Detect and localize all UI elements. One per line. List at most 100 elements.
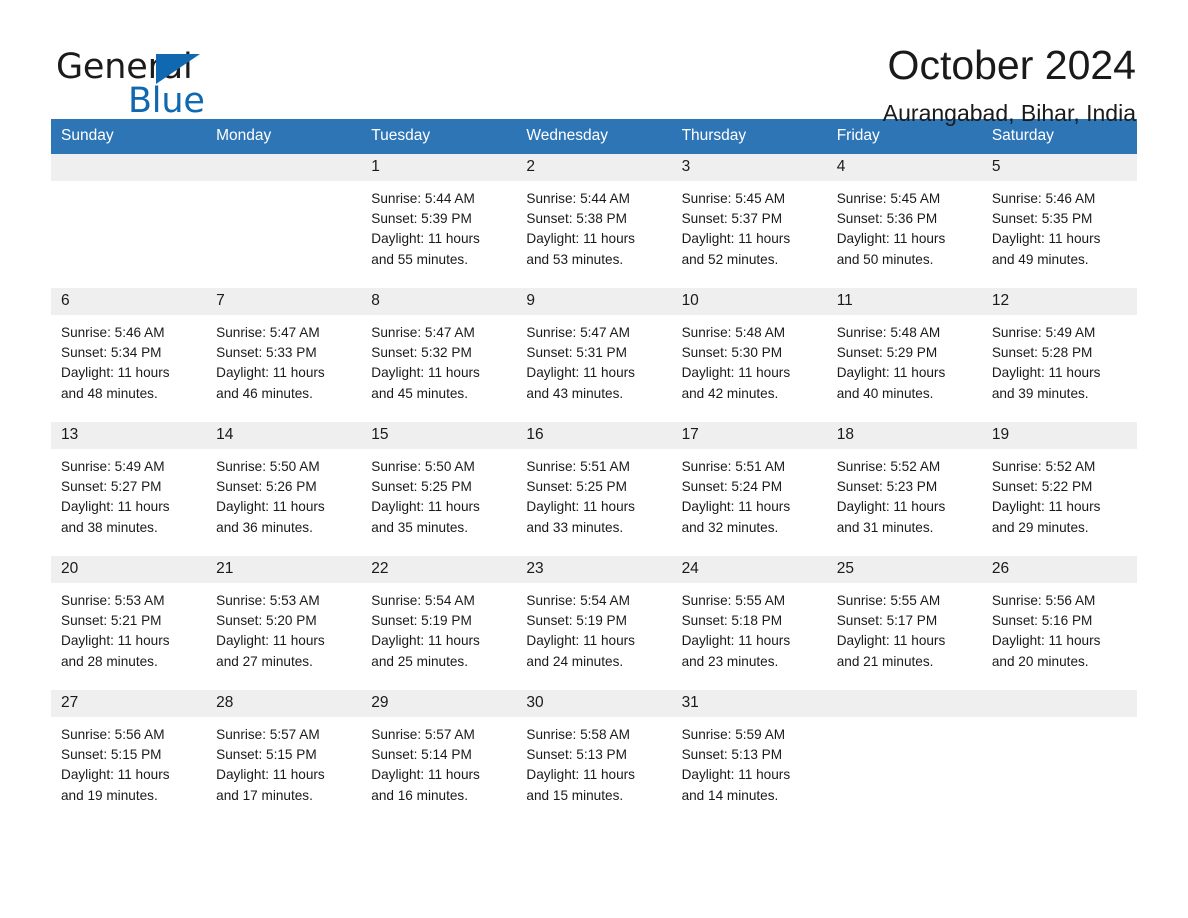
calendar-day-cell[interactable]: 22 Sunrise: 5:54 AM Sunset: 5:19 PM Dayligh… <box>361 556 517 690</box>
day-detail-line: Daylight: 11 hours <box>371 365 480 381</box>
day-detail-line: Sunset: 5:15 PM <box>216 747 317 763</box>
day-detail-line: Sunrise: 5:51 AM <box>681 459 786 474</box>
calendar-day-cell[interactable]: 13 Sunrise: 5:49 AM Sunset: 5:27 PM Dayligh… <box>51 422 207 556</box>
day-number: 16 <box>516 422 672 449</box>
day-details: Sunrise: 5:48 AM Sunset: 5:30 PM Daylight:… <box>671 315 827 422</box>
calendar-day-cell[interactable]: 2 Sunrise: 5:44 AM Sunset: 5:38 PM Daylight… <box>516 154 672 288</box>
day-number: 4 <box>826 154 982 181</box>
calendar-week-row: 1 Sunrise: 5:44 AM Sunset: 5:39 PM Daylight… <box>51 154 1137 288</box>
calendar-day-cell[interactable]: 6 Sunrise: 5:46 AM Sunset: 5:34 PM Daylight… <box>51 288 207 422</box>
day-detail-line: Sunset: 5:38 PM <box>526 211 627 227</box>
calendar-day-cell[interactable]: 14 Sunrise: 5:50 AM Sunset: 5:26 PM Dayligh… <box>206 422 362 556</box>
calendar-table: Sunday Monday Tuesday Wednesday Thursday Frid… <box>51 119 1137 824</box>
day-details: Sunrise: 5:50 AM Sunset: 5:25 PM Daylight:… <box>361 449 517 556</box>
calendar-week-row: 13 Sunrise: 5:49 AM Sunset: 5:27 PM Dayligh… <box>51 422 1137 556</box>
calendar-day-cell[interactable]: 24 Sunrise: 5:55 AM Sunset: 5:18 PM Dayligh… <box>671 556 827 690</box>
weekday-header-tuesday: Tuesday <box>361 119 517 154</box>
day-detail-line: and 20 minutes. <box>991 653 1089 669</box>
day-details: Sunrise: 5:50 AM Sunset: 5:26 PM Daylight:… <box>206 449 362 556</box>
day-detail-line: Sunset: 5:19 PM <box>371 613 472 629</box>
day-detail-line: and 33 minutes. <box>526 519 624 535</box>
calendar-day-cell[interactable]: 18 Sunrise: 5:52 AM Sunset: 5:23 PM Dayligh… <box>826 422 982 556</box>
day-detail-line: and 39 minutes. <box>991 385 1089 401</box>
day-detail-line: Sunset: 5:37 PM <box>681 211 783 227</box>
day-detail-line: Sunset: 5:22 PM <box>991 479 1093 495</box>
weekday-header-wednesday: Wednesday <box>516 119 672 154</box>
day-detail-line: Sunset: 5:36 PM <box>836 211 938 227</box>
calendar-day-cell[interactable]: 21 Sunrise: 5:53 AM Sunset: 5:20 PM Dayligh… <box>206 556 362 690</box>
calendar-day-cell[interactable]: 8 Sunrise: 5:47 AM Sunset: 5:32 PM Daylight… <box>361 288 517 422</box>
day-number <box>981 690 1137 717</box>
day-detail-line: and 17 minutes. <box>216 787 313 803</box>
calendar-day-cell[interactable]: 7 Sunrise: 5:47 AM Sunset: 5:33 PM Daylight… <box>206 288 362 422</box>
day-detail-line: and 23 minutes. <box>681 653 779 669</box>
day-number: 23 <box>516 556 672 583</box>
location-subtitle: Aurangabad, Bihar, India <box>882 100 1136 127</box>
calendar-day-cell[interactable]: 10 Sunrise: 5:48 AM Sunset: 5:30 PM Dayligh… <box>671 288 827 422</box>
day-detail-line: Sunrise: 5:45 AM <box>681 191 786 206</box>
calendar-container: Sunday Monday Tuesday Wednesday Thursday Frid… <box>0 119 1188 824</box>
day-details: Sunrise: 5:54 AM Sunset: 5:19 PM Daylight:… <box>516 583 672 690</box>
day-detail-line: Daylight: 11 hours <box>371 633 480 649</box>
day-detail-line: and 16 minutes. <box>371 787 469 803</box>
weekday-header-thursday: Thursday <box>671 119 827 154</box>
calendar-day-cell[interactable]: 15 Sunrise: 5:50 AM Sunset: 5:25 PM Dayligh… <box>361 422 517 556</box>
calendar-day-cell[interactable]: 20 Sunrise: 5:53 AM Sunset: 5:21 PM Dayligh… <box>51 556 207 690</box>
day-details: Sunrise: 5:58 AM Sunset: 5:13 PM Daylight:… <box>516 717 672 824</box>
day-number: 30 <box>516 690 672 717</box>
day-number <box>206 154 362 181</box>
calendar-week-row: 20 Sunrise: 5:53 AM Sunset: 5:21 PM Dayligh… <box>51 556 1137 690</box>
day-details: Sunrise: 5:44 AM Sunset: 5:39 PM Daylight:… <box>361 181 517 288</box>
calendar-day-cell[interactable]: 31 Sunrise: 5:59 AM Sunset: 5:13 PM Dayligh… <box>671 690 827 824</box>
calendar-day-cell[interactable]: 27 Sunrise: 5:56 AM Sunset: 5:15 PM Dayligh… <box>51 690 207 824</box>
calendar-day-cell[interactable]: 25 Sunrise: 5:55 AM Sunset: 5:17 PM Dayligh… <box>826 556 982 690</box>
calendar-day-cell[interactable]: 26 Sunrise: 5:56 AM Sunset: 5:16 PM Dayligh… <box>981 556 1137 690</box>
day-detail-line: Daylight: 11 hours <box>216 767 325 783</box>
calendar-day-cell[interactable]: 17 Sunrise: 5:51 AM Sunset: 5:24 PM Dayligh… <box>671 422 827 556</box>
day-details: Sunrise: 5:56 AM Sunset: 5:15 PM Daylight:… <box>51 717 207 824</box>
day-detail-line: Sunrise: 5:47 AM <box>216 325 320 340</box>
day-detail-line: and 14 minutes. <box>681 787 779 803</box>
day-detail-line: Sunrise: 5:57 AM <box>371 727 475 742</box>
day-detail-line: Daylight: 11 hours <box>526 633 635 649</box>
day-detail-line: Sunset: 5:26 PM <box>216 479 317 495</box>
calendar-day-cell[interactable]: 3 Sunrise: 5:45 AM Sunset: 5:37 PM Daylight… <box>671 154 827 288</box>
day-detail-line: Sunset: 5:16 PM <box>991 613 1093 629</box>
calendar-day-cell[interactable]: 9 Sunrise: 5:47 AM Sunset: 5:31 PM Daylight… <box>516 288 672 422</box>
calendar-day-cell[interactable]: 5 Sunrise: 5:46 AM Sunset: 5:35 PM Daylight… <box>981 154 1137 288</box>
calendar-day-cell[interactable]: 19 Sunrise: 5:52 AM Sunset: 5:22 PM Dayligh… <box>981 422 1137 556</box>
day-detail-line: Sunrise: 5:52 AM <box>836 459 941 474</box>
day-detail-line: and 46 minutes. <box>216 385 313 401</box>
calendar-day-cell[interactable]: 30 Sunrise: 5:58 AM Sunset: 5:13 PM Dayligh… <box>516 690 672 824</box>
day-details: Sunrise: 5:45 AM Sunset: 5:37 PM Daylight:… <box>671 181 827 288</box>
day-detail-line: and 29 minutes. <box>991 519 1089 535</box>
day-detail-line: and 15 minutes. <box>526 787 624 803</box>
day-detail-line: Sunset: 5:32 PM <box>371 345 472 361</box>
calendar-day-cell[interactable]: 28 Sunrise: 5:57 AM Sunset: 5:15 PM Dayligh… <box>206 690 362 824</box>
calendar-day-cell[interactable]: 4 Sunrise: 5:45 AM Sunset: 5:36 PM Daylight… <box>826 154 982 288</box>
day-detail-line: Sunset: 5:39 PM <box>371 211 472 227</box>
day-details: Sunrise: 5:46 AM Sunset: 5:34 PM Daylight:… <box>51 315 207 422</box>
calendar-day-cell[interactable]: 11 Sunrise: 5:48 AM Sunset: 5:29 PM Dayligh… <box>826 288 982 422</box>
day-detail-line: Sunrise: 5:54 AM <box>371 593 475 608</box>
day-detail-line: Daylight: 11 hours <box>216 499 325 515</box>
calendar-body: 1 Sunrise: 5:44 AM Sunset: 5:39 PM Daylight… <box>51 154 1137 824</box>
calendar-day-cell[interactable]: 1 Sunrise: 5:44 AM Sunset: 5:39 PM Daylight… <box>361 154 517 288</box>
calendar-day-cell[interactable]: 16 Sunrise: 5:51 AM Sunset: 5:25 PM Dayligh… <box>516 422 672 556</box>
calendar-day-cell[interactable]: 29 Sunrise: 5:57 AM Sunset: 5:14 PM Dayligh… <box>361 690 517 824</box>
day-number: 21 <box>206 556 362 583</box>
calendar-day-cell[interactable]: 23 Sunrise: 5:54 AM Sunset: 5:19 PM Dayligh… <box>516 556 672 690</box>
day-detail-line: Sunrise: 5:55 AM <box>836 593 941 608</box>
day-detail-line: Daylight: 11 hours <box>371 231 480 247</box>
day-detail-line: Daylight: 11 hours <box>681 365 791 381</box>
day-detail-line: Sunrise: 5:44 AM <box>371 191 475 206</box>
day-detail-line: Daylight: 11 hours <box>681 231 791 247</box>
day-detail-line: Sunset: 5:19 PM <box>526 613 627 629</box>
day-detail-line: Sunset: 5:13 PM <box>681 747 783 763</box>
day-detail-line: Sunrise: 5:52 AM <box>991 459 1096 474</box>
calendar-day-cell[interactable]: 12 Sunrise: 5:49 AM Sunset: 5:28 PM Dayligh… <box>981 288 1137 422</box>
day-detail-line: Daylight: 11 hours <box>526 231 635 247</box>
day-number: 11 <box>826 288 982 315</box>
day-number: 8 <box>361 288 517 315</box>
day-details: Sunrise: 5:55 AM Sunset: 5:18 PM Daylight:… <box>671 583 827 690</box>
